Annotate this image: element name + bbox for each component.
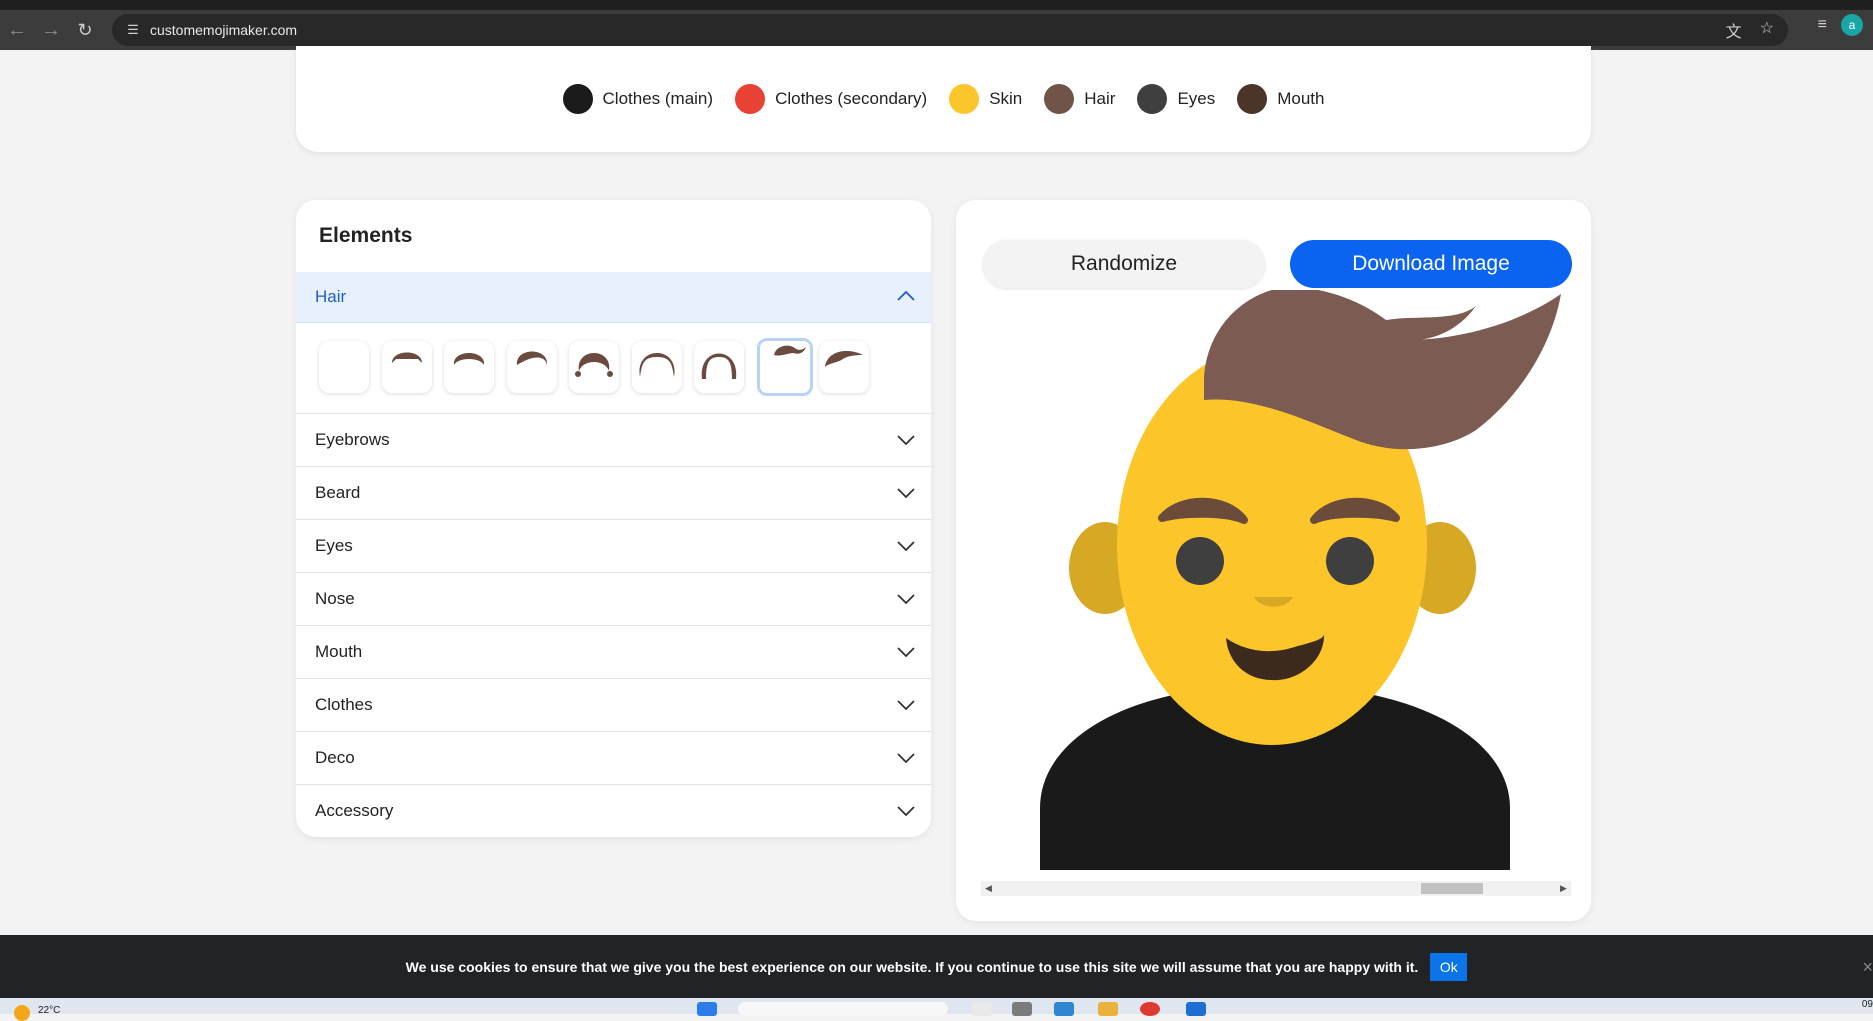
accordion-hair[interactable]: Hair — [296, 272, 931, 323]
tab-strip — [0, 0, 1873, 10]
accordion-label: Clothes — [315, 695, 373, 714]
accordion-label: Eyebrows — [315, 430, 390, 449]
scroll-left-icon[interactable]: ◀ — [981, 881, 996, 896]
scrollbar-thumb[interactable] — [1421, 883, 1483, 894]
color-chip[interactable]: Eyes — [1137, 84, 1215, 114]
accordion-hair-label: Hair — [315, 287, 347, 306]
color-chip-label: Clothes (secondary) — [775, 89, 928, 108]
hair-option-5[interactable] — [569, 341, 619, 393]
right-eye — [1326, 537, 1374, 585]
hair-option-4[interactable] — [507, 341, 557, 393]
hair-style-icon — [516, 351, 548, 365]
color-chip-label: Hair — [1084, 89, 1116, 108]
hair-style-icon — [825, 351, 863, 367]
address-bar[interactable]: ☰ customemojimaker.com 文 ☆ — [112, 14, 1788, 46]
cookie-message: We use cookies to ensure that we give yo… — [405, 958, 1419, 975]
accordion-label: Beard — [315, 483, 361, 502]
chevron-up-icon — [897, 289, 915, 303]
site-settings-icon[interactable]: ☰ — [122, 19, 144, 41]
accordion-mouth[interactable]: Mouth — [296, 626, 931, 679]
accordion-label: Nose — [315, 589, 355, 608]
hair-option-7[interactable] — [694, 341, 744, 393]
hair-option-6[interactable] — [632, 341, 682, 393]
hair-option-3[interactable] — [444, 341, 494, 393]
accordion-label: Accessory — [315, 801, 394, 820]
hair-style-icon — [701, 353, 737, 379]
browser-toolbar: ← → ↻ ☰ customemojimaker.com 文 ☆ ≡ a — [0, 10, 1873, 50]
accordion-beard[interactable]: Beard — [296, 467, 931, 520]
chevron-down-icon — [897, 751, 915, 765]
clock[interactable]: 09 — [1862, 999, 1873, 1010]
chevron-down-icon — [897, 539, 915, 553]
color-swatch[interactable] — [1237, 84, 1268, 114]
hair-style-icon — [774, 345, 806, 356]
accordion-nose[interactable]: Nose — [296, 573, 931, 626]
reload-icon[interactable]: ↻ — [68, 13, 102, 47]
chevron-down-icon — [897, 645, 915, 659]
forward-arrow-icon[interactable]: → — [34, 13, 68, 47]
hair-options-grid — [296, 323, 931, 414]
color-chip-label: Mouth — [1277, 89, 1325, 108]
cookie-banner: We use cookies to ensure that we give yo… — [0, 935, 1873, 998]
left-eye — [1176, 537, 1224, 585]
taskbar: 22°C 09 — [0, 998, 1873, 1021]
accordion-label: Mouth — [315, 642, 363, 661]
accordion-eyebrows[interactable]: Eyebrows — [296, 414, 931, 467]
color-picker-bar: Clothes (main) Clothes (secondary) Skin Hai… — [296, 46, 1591, 152]
hair-style-icon — [639, 353, 675, 377]
media-queue-icon[interactable]: ≡ — [1818, 16, 1827, 34]
accordion-accessory[interactable]: Accessory — [296, 785, 931, 837]
preview-panel: Randomize Download Image ◀ ▶ — [956, 200, 1591, 921]
color-swatch[interactable] — [1137, 84, 1168, 114]
close-icon[interactable]: × — [1862, 957, 1873, 978]
color-swatch[interactable] — [735, 84, 766, 114]
color-swatch[interactable] — [562, 84, 593, 114]
avatar[interactable]: a — [1841, 14, 1863, 36]
accordion-eyes[interactable]: Eyes — [296, 520, 931, 573]
sun-icon — [14, 1005, 30, 1021]
elements-title: Elements — [319, 224, 413, 247]
chevron-down-icon — [897, 698, 915, 712]
color-chip[interactable]: Clothes (secondary) — [735, 84, 927, 114]
chevron-down-icon — [897, 433, 915, 447]
color-swatch[interactable] — [949, 84, 980, 114]
accordion-label: Deco — [315, 748, 355, 767]
hair-style-icon — [453, 353, 485, 365]
accordion-label: Eyes — [315, 536, 353, 555]
cookie-ok-button[interactable]: Ok — [1430, 952, 1468, 981]
hair-option-1[interactable] — [319, 341, 369, 393]
color-chip[interactable]: Mouth — [1237, 84, 1324, 114]
color-chip[interactable]: Skin — [949, 84, 1022, 114]
back-arrow-icon[interactable]: ← — [0, 13, 34, 47]
weather-widget[interactable]: 22°C — [14, 999, 60, 1021]
chevron-down-icon — [897, 804, 915, 818]
accordion-deco[interactable]: Deco — [296, 732, 931, 785]
accordion-clothes[interactable]: Clothes — [296, 679, 931, 732]
hair-option-9[interactable] — [819, 341, 869, 393]
chevron-down-icon — [897, 592, 915, 606]
color-swatch[interactable] — [1044, 84, 1075, 114]
download-image-button[interactable]: Download Image — [1290, 240, 1572, 288]
color-chip-label: Skin — [989, 89, 1023, 108]
hair-style-icon — [319, 341, 369, 385]
color-chip[interactable]: Hair — [1044, 84, 1115, 114]
hair-style-icon — [392, 352, 422, 363]
color-chip[interactable]: Clothes (main) — [562, 84, 714, 114]
color-chip-label: Clothes (main) — [602, 89, 714, 108]
randomize-button[interactable]: Randomize — [983, 240, 1265, 288]
hair-option-8[interactable] — [757, 338, 813, 396]
scroll-right-icon[interactable]: ▶ — [1556, 881, 1571, 896]
url-text[interactable]: customemojimaker.com — [150, 22, 297, 38]
chevron-down-icon — [897, 486, 915, 500]
star-icon[interactable]: ☆ — [1760, 18, 1774, 42]
hair-style-icon — [575, 353, 613, 377]
translate-icon[interactable]: 文 — [1726, 18, 1742, 42]
elements-panel: Elements Hair Eyebrows Beard Eyes Nose Mouth… — [296, 200, 931, 837]
emoji-canvas — [956, 286, 1591, 870]
horizontal-scrollbar[interactable]: ◀ ▶ — [981, 881, 1571, 896]
color-chip-label: Eyes — [1177, 89, 1216, 108]
hair-option-2[interactable] — [382, 341, 432, 393]
